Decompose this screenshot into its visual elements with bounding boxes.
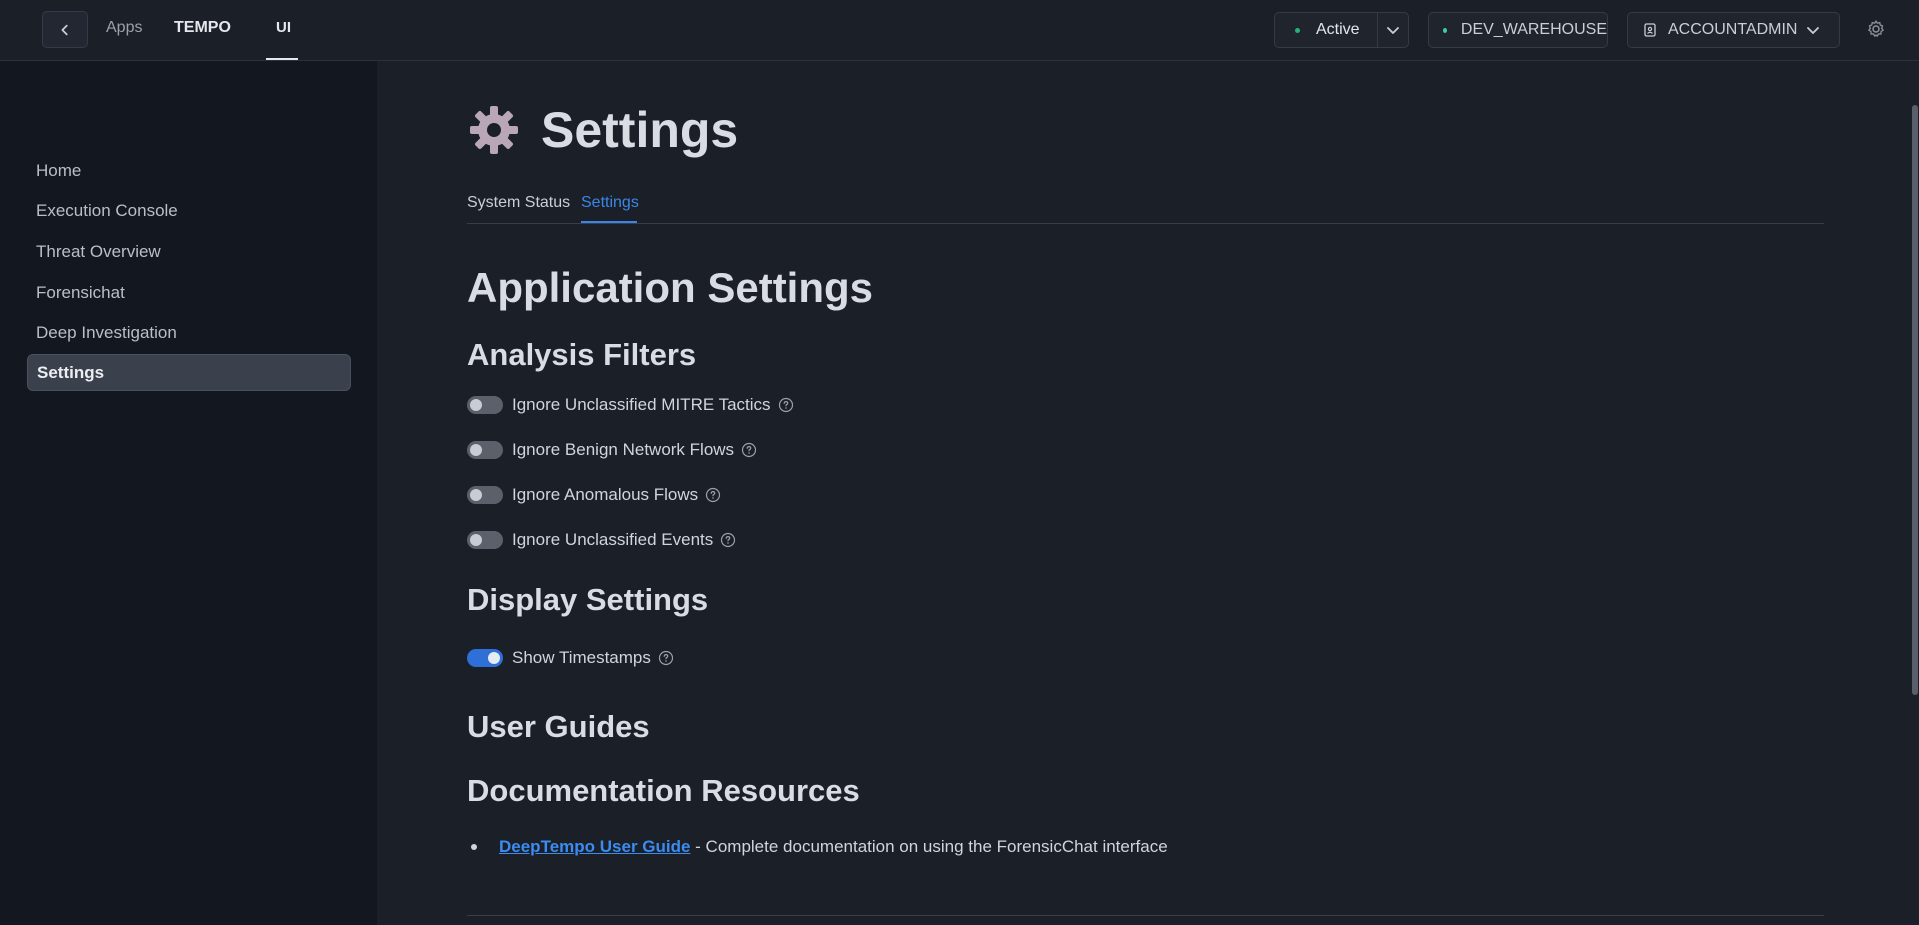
warehouse-dot: [1443, 27, 1447, 33]
sidebar: Home Execution Console Threat Overview F…: [0, 61, 377, 925]
sidebar-item-threat-overview[interactable]: Threat Overview: [27, 233, 351, 270]
help-icon[interactable]: [778, 397, 794, 413]
analysis-filters-heading: Analysis Filters: [467, 337, 697, 372]
id-badge-icon: [1644, 23, 1656, 37]
tab-settings[interactable]: Settings: [581, 194, 639, 212]
sidebar-item-settings[interactable]: Settings: [27, 354, 351, 391]
toggle-switch[interactable]: [467, 531, 503, 549]
toggle-row-show-timestamps: Show Timestamps: [467, 646, 674, 670]
toggle-label: Ignore Unclassified Events: [512, 530, 714, 549]
bullet: [471, 844, 477, 850]
list-item: DeepTempo User Guide - Complete document…: [467, 837, 1168, 857]
gear-icon[interactable]: [1866, 19, 1886, 39]
back-button[interactable]: [42, 11, 88, 48]
chevron-down-icon: [1807, 27, 1820, 34]
breadcrumb-page[interactable]: UI: [276, 19, 291, 36]
status-label: Active: [1316, 21, 1360, 38]
role-selector[interactable]: ACCOUNTADMIN: [1627, 12, 1840, 48]
chevron-down-icon[interactable]: [1385, 22, 1401, 38]
main-content: Settings System Status Settings Applicat…: [377, 61, 1919, 925]
tab-bar: System Status Settings: [467, 187, 1824, 224]
toggle-label: Ignore Anomalous Flows: [512, 485, 699, 504]
sidebar-item-home[interactable]: Home: [27, 152, 351, 189]
breadcrumb-app[interactable]: TEMPO: [174, 19, 231, 37]
scrollbar[interactable]: [1912, 105, 1918, 695]
documentation-resources-heading: Documentation Resources: [467, 773, 860, 808]
toggle-row-benign-flows: Ignore Benign Network Flows: [467, 438, 757, 462]
user-guide-description: - Complete documentation on using the Fo…: [690, 837, 1168, 856]
sidebar-item-forensichat[interactable]: Forensichat: [27, 274, 351, 311]
toggle-row-anomalous-flows: Ignore Anomalous Flows: [467, 483, 721, 507]
role-label: ACCOUNTADMIN: [1668, 21, 1798, 38]
help-icon[interactable]: [705, 487, 721, 503]
warehouse-label: DEV_WAREHOUSE: [1460, 21, 1607, 38]
breadcrumb-apps[interactable]: Apps: [106, 19, 142, 37]
divider: [467, 915, 1824, 916]
toggle-row-unclassified-mitre: Ignore Unclassified MITRE Tactics: [467, 393, 794, 417]
top-bar: Apps TEMPO UI Active DEV_WAREHOUSE ACCOU…: [0, 0, 1919, 61]
status-selector[interactable]: Active: [1274, 12, 1409, 48]
tab-active-underline: [581, 221, 637, 223]
sidebar-item-deep-investigation[interactable]: Deep Investigation: [27, 314, 351, 351]
tab-system-status[interactable]: System Status: [467, 194, 570, 212]
page-title-text: Settings: [541, 102, 739, 158]
toggle-switch[interactable]: [467, 441, 503, 459]
gear-icon: [470, 106, 518, 154]
warehouse-selector[interactable]: DEV_WAREHOUSE: [1428, 12, 1608, 48]
user-guide-link[interactable]: DeepTempo User Guide: [499, 837, 690, 857]
toggle-label: Ignore Unclassified MITRE Tactics: [512, 395, 771, 414]
status-divider: [1377, 13, 1378, 47]
breadcrumb-active-underline: [266, 58, 298, 60]
user-guides-heading: User Guides: [467, 709, 650, 744]
page-title: Settings: [467, 101, 738, 159]
toggle-row-unclassified-events: Ignore Unclassified Events: [467, 528, 736, 552]
toggle-label: Show Timestamps: [512, 648, 651, 667]
chevron-left-icon: [61, 24, 68, 35]
status-dot: [1295, 27, 1300, 33]
help-icon[interactable]: [720, 532, 736, 548]
toggle-switch[interactable]: [467, 486, 503, 504]
display-settings-heading: Display Settings: [467, 582, 709, 617]
help-icon[interactable]: [658, 650, 674, 666]
application-settings-heading: Application Settings: [467, 264, 874, 311]
toggle-label: Ignore Benign Network Flows: [512, 440, 735, 459]
toggle-switch[interactable]: [467, 396, 503, 414]
sidebar-item-execution-console[interactable]: Execution Console: [27, 192, 351, 229]
help-icon[interactable]: [741, 442, 757, 458]
toggle-switch[interactable]: [467, 649, 503, 667]
